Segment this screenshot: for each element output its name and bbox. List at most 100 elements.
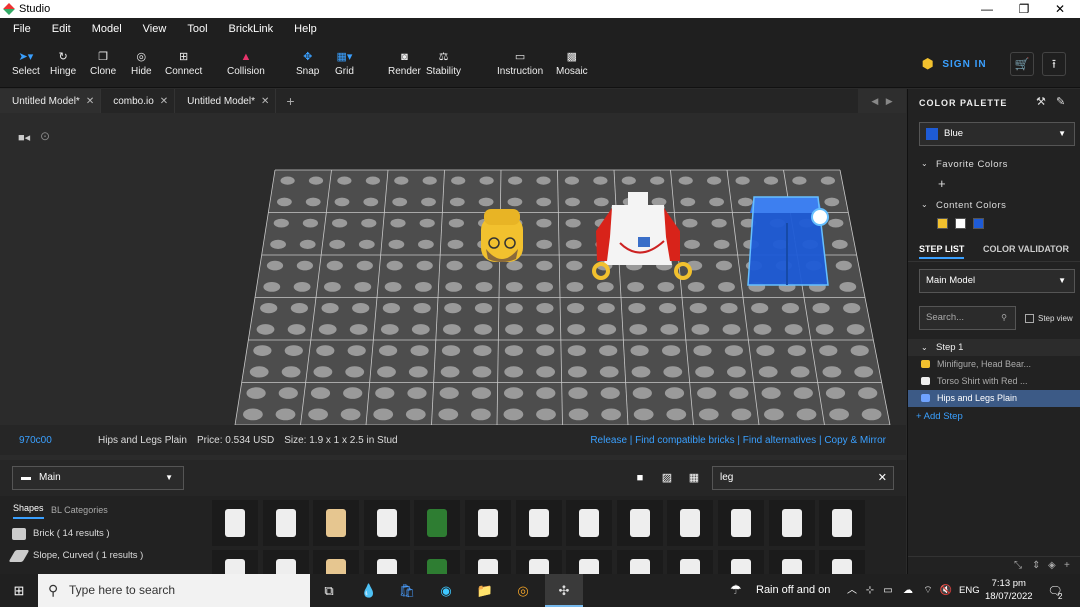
cart-button[interactable]: 🛒 (1010, 52, 1034, 76)
camera-icon[interactable]: ■◂ (18, 131, 30, 144)
content-swatch-white[interactable] (955, 218, 966, 229)
close-tab-icon[interactable]: ✕ (261, 96, 269, 107)
brick-result-thumbnail[interactable] (819, 500, 866, 546)
tab-shapes[interactable]: Shapes (13, 500, 44, 519)
model-select[interactable]: Main Model ▼ (919, 269, 1075, 293)
step-item-selected[interactable]: Hips and Legs Plain (908, 390, 1080, 407)
menu-edit[interactable]: Edit (44, 23, 79, 35)
chevron-down-icon[interactable]: ⌄ (921, 159, 928, 168)
menu-file[interactable]: File (5, 23, 39, 35)
maximize-button[interactable]: ❐ (1006, 0, 1042, 18)
brick-result-thumbnail[interactable] (414, 500, 461, 546)
grid-button[interactable]: ▦▾ Grid (335, 50, 354, 77)
view-reset-icon[interactable]: ⊙ (40, 129, 50, 143)
network-icon[interactable]: ⊹ (861, 582, 879, 600)
baseplate-scene[interactable] (0, 113, 906, 425)
language-indicator[interactable]: ENG (959, 585, 980, 596)
minimize-button[interactable]: — (969, 0, 1005, 18)
hide-step-icon[interactable]: ◈ (1048, 557, 1056, 575)
view-grid-icon[interactable]: ▦ (688, 472, 700, 484)
shape-item-brick[interactable]: Brick ( 14 results ) (0, 523, 198, 545)
instruction-button[interactable]: ▭ Instruction (497, 50, 543, 77)
step-view-checkbox[interactable] (1025, 314, 1034, 323)
render-button[interactable]: ◙ Render (388, 50, 421, 77)
store-icon[interactable]: 🛍 (398, 582, 416, 600)
add-icon[interactable]: + (1064, 557, 1070, 575)
collapse-icon[interactable]: ⤡ (1014, 557, 1022, 575)
brick-result-thumbnail[interactable] (718, 500, 764, 546)
taskbar-search[interactable]: ⚲ Type here to search (38, 574, 310, 607)
brick-result-thumbnail[interactable] (515, 500, 562, 546)
view-large-icon[interactable]: ■ (634, 472, 646, 484)
cloud-icon[interactable]: ☁ (899, 582, 917, 600)
close-button[interactable]: ✕ (1042, 0, 1078, 18)
minifig-head[interactable] (481, 209, 523, 262)
mosaic-button[interactable]: ▩ Mosaic (556, 50, 588, 77)
brick-result-thumbnail[interactable] (768, 500, 815, 546)
eyedropper-icon[interactable]: ✎ (1056, 95, 1065, 108)
wifi-icon[interactable]: ⌔ (919, 582, 937, 600)
menu-view[interactable]: View (135, 23, 175, 35)
taskbar-clock[interactable]: 7:13 pm 18/07/2022 (985, 577, 1033, 603)
chevron-up-icon[interactable]: ︿ (843, 582, 861, 600)
menu-model[interactable]: Model (84, 23, 130, 35)
content-colors-label[interactable]: Content Colors (936, 200, 1006, 211)
brick-search-input[interactable]: leg ✕ (712, 466, 894, 490)
clear-search-icon[interactable]: ✕ (878, 467, 887, 489)
add-tab-button[interactable]: + (276, 93, 304, 109)
tab-untitled-model-1[interactable]: Untitled Model* ✕ (0, 89, 102, 113)
volume-muted-icon[interactable]: 🔇 (937, 582, 955, 600)
tab-bl-categories[interactable]: BL Categories (51, 500, 108, 520)
close-tab-icon[interactable]: ✕ (86, 96, 94, 107)
windows-start-icon[interactable]: ⊞ (10, 582, 28, 600)
battery-icon[interactable]: ▭ (879, 582, 897, 600)
file-explorer-icon[interactable]: 📁 (476, 582, 494, 600)
tab-step-list[interactable]: STEP LIST (919, 244, 965, 259)
brick-result-thumbnail[interactable] (313, 500, 360, 546)
weather-text[interactable]: Rain off and on (756, 574, 830, 607)
clone-button[interactable]: ❐ Clone (90, 50, 116, 77)
hinge-button[interactable]: ↻ Hinge (50, 50, 76, 77)
edge-icon[interactable]: ◉ (437, 582, 455, 600)
studio-taskbar-icon[interactable]: ✣ (545, 574, 583, 607)
palette-category-select[interactable]: ▬ Main ▼ (12, 466, 184, 490)
step-item[interactable]: Minifigure, Head Bear... (908, 356, 1080, 373)
upload-button[interactable]: ⭱ (1042, 52, 1066, 76)
step-item[interactable]: Torso Shirt with Red ... (908, 373, 1080, 390)
brick-result-thumbnail[interactable] (465, 500, 511, 546)
brick-result-thumbnail[interactable] (667, 500, 714, 546)
part-action-links[interactable]: Release | Find compatible bricks | Find … (590, 435, 886, 446)
tab-color-validator[interactable]: COLOR VALIDATOR (983, 244, 1069, 254)
snap-button[interactable]: ✥ Snap (296, 50, 319, 77)
weather-rain-icon[interactable]: ☂ (730, 582, 742, 598)
brick-result-thumbnail[interactable] (262, 500, 309, 546)
select-button[interactable]: ➤▾ Select (12, 50, 40, 77)
sign-in-button[interactable]: ⬢ SIGN IN (922, 56, 987, 72)
expand-icon[interactable]: ⇕ (1032, 557, 1040, 575)
content-swatch-blue[interactable] (973, 218, 984, 229)
collision-button[interactable]: ▲ Collision (227, 50, 265, 77)
tab-combo[interactable]: combo.io ✕ (101, 89, 176, 113)
color-select[interactable]: Blue ▼ (919, 122, 1075, 146)
tab-untitled-model-2[interactable]: Untitled Model* ✕ (175, 89, 277, 113)
chevron-down-icon[interactable]: ⌄ (921, 200, 928, 209)
favorite-colors-label[interactable]: Favorite Colors (936, 159, 1008, 170)
menu-tool[interactable]: Tool (179, 23, 215, 35)
menu-bricklink[interactable]: BrickLink (221, 23, 282, 35)
3d-viewport[interactable]: ■◂ ⊙ (0, 113, 906, 425)
add-favorite-button[interactable]: + (938, 176, 946, 191)
paint-drop-icon[interactable]: 💧 (360, 582, 378, 600)
brick-result-thumbnail[interactable] (363, 500, 410, 546)
step-header[interactable]: ⌄ Step 1 (908, 339, 1080, 356)
view-edit-icon[interactable]: ▨ (661, 472, 673, 484)
tab-scroll-arrows[interactable]: ◀ ▶ (858, 89, 906, 113)
rotate-handle-icon[interactable] (811, 208, 829, 226)
shape-item-slope-curved[interactable]: Slope, Curved ( 1 results ) (0, 545, 198, 567)
brick-result-thumbnail[interactable] (212, 500, 258, 546)
chrome-icon[interactable]: ◎ (514, 582, 532, 600)
part-code[interactable]: 970c00 (19, 435, 98, 446)
hide-button[interactable]: ◎ Hide (131, 50, 152, 77)
step-search-input[interactable]: Search... ⚲ (919, 306, 1016, 330)
add-step-button[interactable]: + Add Step (916, 411, 963, 422)
connect-button[interactable]: ⊞ Connect (165, 50, 202, 77)
